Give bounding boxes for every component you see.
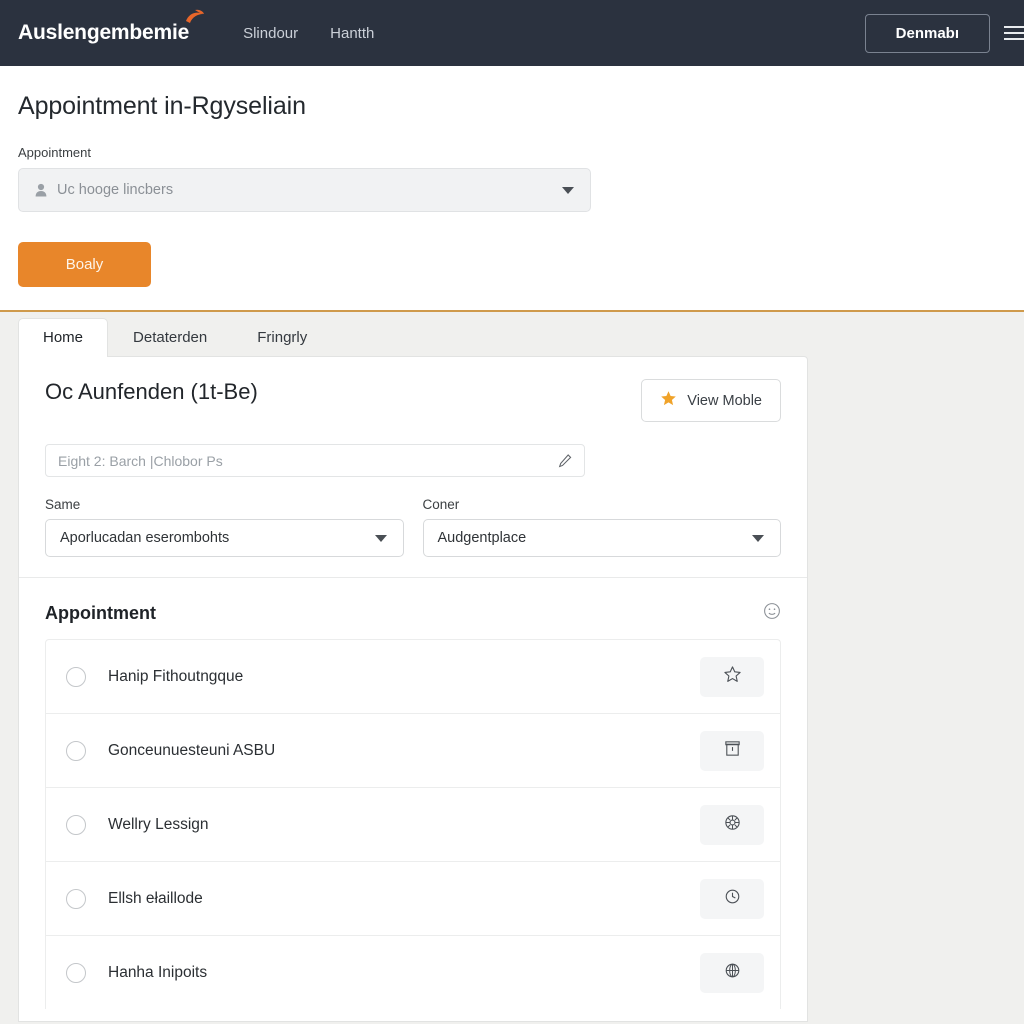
table-row[interactable]: Hanha Inipoits [45, 935, 781, 1009]
view-moble-label: View Moble [687, 392, 762, 409]
chevron-down-icon [752, 534, 764, 542]
row-radio[interactable] [66, 666, 86, 687]
brand-label: Auslengembemie [18, 21, 190, 44]
page-header-section: Appointment in-Rgyseliain Appointment Uc… [0, 66, 1024, 312]
person-icon [33, 182, 49, 198]
brand-logo[interactable]: Auslengembemie [18, 9, 205, 45]
page-title: Appointment in-Rgyseliain [18, 92, 306, 120]
row-label: Gonceunuesteuni ASBU [108, 741, 276, 759]
tab-home[interactable]: Home [18, 318, 109, 357]
field-coner-value: Audgentplace [437, 530, 527, 546]
archive-icon [723, 739, 742, 763]
nav-links: Slindour Hantth [243, 25, 374, 42]
gear-icon [723, 813, 742, 837]
hamburger-bar [1004, 32, 1024, 34]
card-top-section: Oc Aunfenden (1t-Be) View Moble Eight 2:… [19, 357, 807, 577]
top-navbar: Auslengembemie Slindour Hantth Denmabı [0, 0, 1024, 66]
appointment-select-value: Uc hooge lincbers [57, 182, 174, 198]
nav-link-slindour[interactable]: Slindour [243, 25, 298, 42]
star-icon [723, 665, 742, 689]
appointment-list: Hanip Fithoutngque Gonceunuesteuni ASBU [19, 639, 807, 1009]
main-card: Oc Aunfenden (1t-Be) View Moble Eight 2:… [18, 356, 808, 1022]
field-coner-label: Coner [422, 497, 460, 512]
denmabi-button[interactable]: Denmabı [864, 13, 990, 53]
nav-link-hantth[interactable]: Hantth [330, 25, 374, 42]
pencil-icon[interactable] [557, 453, 573, 469]
appointment-section-title: Appointment [45, 603, 156, 623]
brand-swoosh-icon [186, 9, 205, 23]
field-coner-select[interactable]: Audgentplace [422, 519, 781, 557]
row-label: Hanha Inipoits [108, 963, 208, 981]
row-action-button[interactable] [700, 656, 764, 697]
clock-icon [723, 887, 742, 911]
field-same-value: Aporlucadan eserombohts [60, 530, 230, 546]
table-row[interactable]: Gonceunuesteuni ASBU [45, 713, 781, 787]
view-moble-button[interactable]: View Moble [641, 379, 781, 422]
hamburger-bar [1004, 26, 1024, 28]
field-coner: Coner Audgentplace [422, 497, 781, 557]
row-radio[interactable] [66, 740, 86, 761]
appointment-select[interactable]: Uc hooge lincbers [18, 168, 591, 212]
appointment-field-label: Appointment [18, 145, 91, 160]
field-same-select[interactable]: Aporlucadan eserombohts [45, 519, 404, 557]
card-title: Oc Aunfenden (1t-Be) [45, 379, 258, 404]
table-row[interactable]: Hanip Fithoutngque [45, 639, 781, 713]
field-same: Same Aporlucadan eserombohts [45, 497, 404, 557]
row-label: Ellsh ełaillode [108, 889, 203, 907]
row-action-button[interactable] [700, 952, 764, 993]
row-action-button[interactable] [700, 730, 764, 771]
boaly-button[interactable]: Boaly [18, 242, 151, 287]
card-header-row: Oc Aunfenden (1t-Be) View Moble [45, 379, 781, 422]
field-same-label: Same [45, 497, 81, 512]
row-label: Wellry Lessign [108, 815, 209, 833]
smiley-icon[interactable] [763, 602, 781, 625]
chevron-down-icon [374, 534, 387, 542]
chevron-down-icon [562, 186, 574, 194]
tab-bar: Home Detaterden Fringrly [18, 312, 1024, 357]
row-action-button[interactable] [700, 804, 764, 845]
row-radio[interactable] [66, 814, 86, 835]
navbar-right: Denmabı [864, 13, 1024, 53]
row-radio[interactable] [66, 888, 86, 909]
note-input[interactable]: Eight 2: Barch |Chlobor Ps [45, 444, 585, 477]
row-label: Hanip Fithoutngque [108, 667, 244, 685]
field-row: Same Aporlucadan eserombohts Coner Audge… [45, 497, 781, 557]
content-area: Home Detaterden Fringrly Oc Aunfenden (1… [0, 312, 1024, 1024]
hamburger-icon[interactable] [1004, 26, 1024, 40]
table-row[interactable]: Ellsh ełaillode [45, 861, 781, 935]
row-action-button[interactable] [700, 878, 764, 919]
tab-fringrly[interactable]: Fringrly [232, 318, 332, 357]
tab-detaterden[interactable]: Detaterden [108, 318, 232, 357]
star-icon [660, 390, 677, 411]
appointment-section-header: Appointment [19, 578, 807, 639]
table-row[interactable]: Wellry Lessign [45, 787, 781, 861]
hamburger-bar [1004, 38, 1024, 40]
row-radio[interactable] [66, 962, 86, 983]
globe-icon [723, 961, 742, 985]
note-input-value: Eight 2: Barch |Chlobor Ps [58, 452, 223, 469]
